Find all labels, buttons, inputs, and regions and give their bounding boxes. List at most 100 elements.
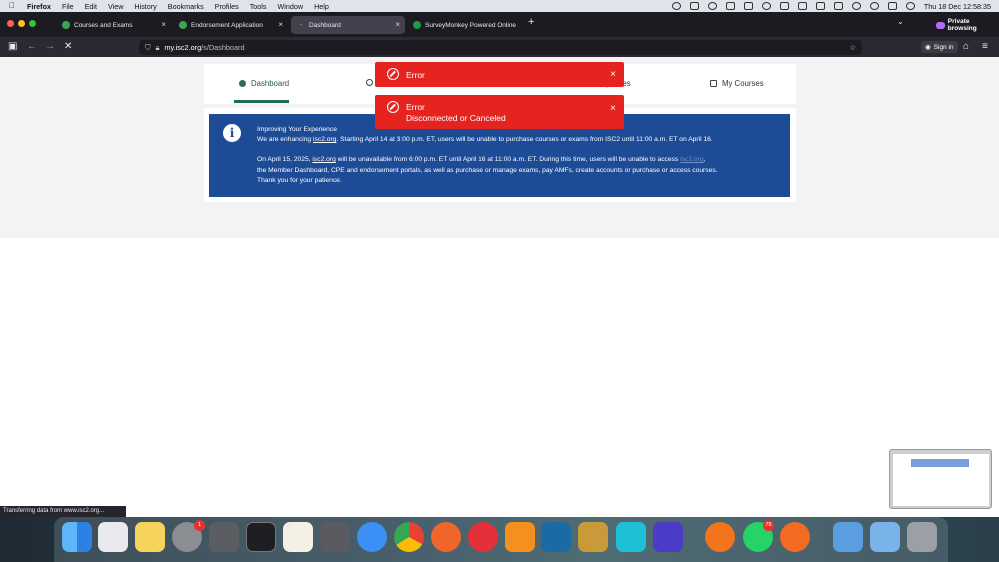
- sign-in-button[interactable]: ◉ Sign in: [921, 41, 958, 53]
- app-menu-hamburger-icon[interactable]: ≡: [982, 41, 988, 52]
- canva-icon[interactable]: [616, 522, 646, 552]
- launchpad-icon[interactable]: [98, 522, 128, 552]
- menu-app-name[interactable]: Firefox: [27, 2, 51, 11]
- books-icon[interactable]: [505, 522, 535, 552]
- sidebar-toggle-icon[interactable]: ▣: [8, 41, 17, 52]
- menu-tools[interactable]: Tools: [250, 2, 267, 11]
- nav-dashboard[interactable]: Dashboard: [239, 79, 289, 88]
- control-center-icon[interactable]: [887, 2, 897, 10]
- apple-icon[interactable]: : [9, 0, 19, 12]
- vscode-icon[interactable]: [541, 522, 571, 552]
- menu-view[interactable]: View: [108, 2, 123, 11]
- menu-profiles[interactable]: Profiles: [215, 2, 239, 11]
- whatsapp-badge: 78: [763, 520, 774, 531]
- address-bar[interactable]: ⛉ 🔒︎ my.isc2.org/s/Dashboard ☆: [139, 40, 862, 55]
- notes-app-icon[interactable]: [283, 522, 313, 552]
- private-browser-icon[interactable]: [705, 522, 735, 552]
- menu-bookmarks[interactable]: Bookmarks: [168, 2, 204, 11]
- firefox-icon[interactable]: [431, 522, 461, 552]
- screenshot-icon[interactable]: [209, 522, 239, 552]
- stop-loading-icon[interactable]: ✕: [64, 41, 72, 52]
- youtube-music-icon[interactable]: [468, 522, 498, 552]
- browser-status-text: Transferring data from www.isc2.org...: [0, 506, 126, 517]
- battery-icon[interactable]: [833, 2, 843, 10]
- tab-title: Dashboard: [309, 21, 341, 29]
- close-window-button[interactable]: [7, 20, 14, 27]
- downloads-folder-icon[interactable]: [833, 522, 863, 552]
- zoom-window-button[interactable]: [29, 20, 36, 27]
- status-icon[interactable]: [707, 2, 717, 10]
- notes-icon[interactable]: [135, 522, 165, 552]
- tab-surveymonkey[interactable]: SurveyMonkey Powered Online: [407, 16, 522, 34]
- banner-paragraph-2: On April 15, 2025, isc2.org will be unav…: [257, 155, 777, 165]
- status-icon[interactable]: [761, 2, 771, 10]
- tab-title: SurveyMonkey Powered Online: [425, 21, 517, 29]
- settings-badge: 1: [194, 520, 205, 531]
- forward-arrow-icon[interactable]: →: [45, 41, 55, 52]
- extensions-icon[interactable]: ⌂: [963, 41, 969, 52]
- siri-icon[interactable]: [905, 2, 915, 10]
- back-arrow-icon[interactable]: ←: [27, 41, 37, 52]
- loading-icon: –: [299, 22, 303, 28]
- nav-dashboard-label: Dashboard: [251, 79, 290, 88]
- bookmark-star-icon[interactable]: ☆: [849, 43, 856, 52]
- status-icon[interactable]: [689, 2, 699, 10]
- menu-window[interactable]: Window: [277, 2, 303, 11]
- safari-icon[interactable]: [357, 522, 387, 552]
- close-toast-icon[interactable]: ×: [610, 103, 616, 114]
- tab-dashboard[interactable]: – Dashboard ×: [291, 16, 405, 34]
- banner-line: the Member Dashboard, CPE and endorsemen…: [257, 166, 718, 174]
- volume-icon[interactable]: [797, 2, 807, 10]
- user-icon: [366, 79, 373, 86]
- swift-icon[interactable]: [780, 522, 810, 552]
- tab-title: Endorsement Application: [191, 21, 263, 29]
- error-toast: Error Disconnected or Canceled ×: [375, 95, 624, 129]
- close-tab-icon[interactable]: ×: [161, 20, 166, 29]
- tracking-shield-icon[interactable]: ⛉: [145, 43, 150, 53]
- error-icon: [387, 101, 399, 113]
- account-icon: ◉: [925, 44, 931, 51]
- bluetooth-icon[interactable]: [815, 2, 825, 10]
- status-icon[interactable]: [671, 2, 681, 10]
- window-thumbnail[interactable]: [889, 449, 992, 509]
- isc2-link[interactable]: isc2.org: [312, 156, 335, 163]
- tab-title: Courses and Exams: [74, 21, 133, 29]
- wifi-icon[interactable]: [851, 2, 861, 10]
- chrome-icon[interactable]: [394, 522, 424, 552]
- banner-text-segment: will be unavailable from 6:00 p.m. ET un…: [335, 156, 681, 164]
- nav-my-courses[interactable]: My Courses: [710, 79, 764, 88]
- status-icon[interactable]: [725, 2, 735, 10]
- documents-folder-icon[interactable]: [870, 522, 900, 552]
- toast-title: Error: [406, 70, 425, 80]
- new-tab-plus-icon[interactable]: +: [528, 16, 534, 28]
- status-icon[interactable]: [743, 2, 753, 10]
- toast-title: Error: [406, 102, 425, 112]
- isc2-link[interactable]: isc2.org: [313, 136, 336, 143]
- close-tab-icon[interactable]: ×: [278, 20, 283, 29]
- private-browsing-indicator: Private browsing: [936, 18, 999, 32]
- tab-endorsement-application[interactable]: Endorsement Application ×: [173, 16, 288, 34]
- menu-history[interactable]: History: [134, 2, 156, 11]
- trash-icon[interactable]: [907, 522, 937, 552]
- menu-file[interactable]: File: [62, 2, 74, 11]
- error-icon: [387, 68, 399, 80]
- minimize-window-button[interactable]: [18, 20, 25, 27]
- calculator-icon[interactable]: [320, 522, 350, 552]
- menu-edit[interactable]: Edit: [85, 2, 97, 11]
- lock-icon[interactable]: 🔒︎: [155, 43, 159, 53]
- status-icon[interactable]: [779, 2, 789, 10]
- banner-text: Improving Your Experience We are enhanci…: [257, 125, 777, 186]
- menu-help[interactable]: Help: [314, 2, 329, 11]
- close-toast-icon[interactable]: ×: [610, 69, 616, 80]
- close-tab-icon[interactable]: ×: [395, 20, 400, 29]
- finder-icon[interactable]: [62, 522, 92, 552]
- menubar-clock[interactable]: Thu 18 Dec 12:58:35: [924, 2, 991, 11]
- activity-monitor-icon[interactable]: [246, 522, 276, 552]
- imovie-icon[interactable]: [653, 522, 683, 552]
- tab-courses-and-exams[interactable]: Courses and Exams ×: [56, 16, 171, 34]
- list-all-tabs-chevron-icon[interactable]: ⌄: [897, 17, 904, 26]
- isc2-link[interactable]: isc2.org: [680, 156, 703, 163]
- search-icon[interactable]: [869, 2, 879, 10]
- mail-icon[interactable]: [578, 522, 608, 552]
